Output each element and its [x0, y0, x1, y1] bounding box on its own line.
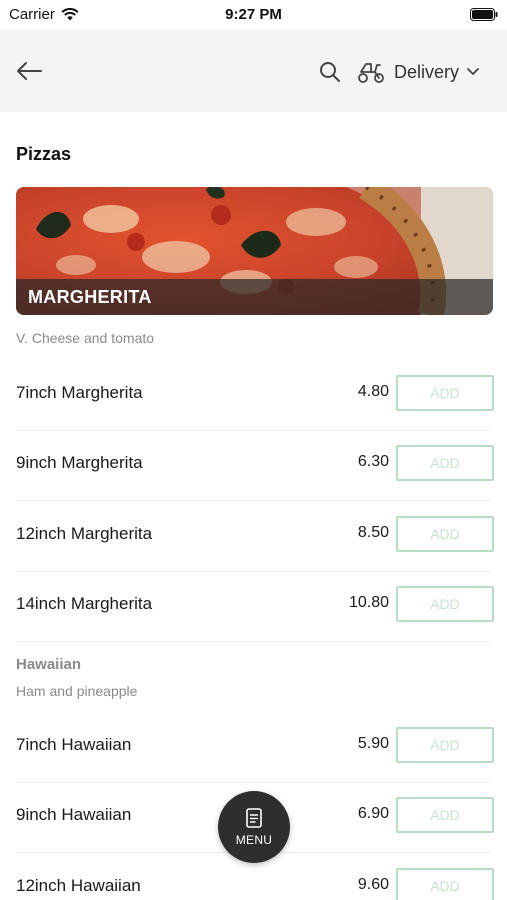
add-button[interactable]: ADD — [396, 375, 494, 411]
add-button[interactable]: ADD — [396, 445, 494, 481]
item-price: 4.80 — [357, 383, 389, 400]
item-name: 12inch Hawaiian — [16, 876, 141, 895]
item-price: 10.80 — [348, 594, 389, 611]
divider — [16, 641, 491, 642]
scooter-icon — [358, 63, 384, 83]
hawaiian-description: Ham and pineapple — [16, 683, 138, 699]
delivery-label: Delivery — [394, 61, 460, 82]
arrow-left-icon — [17, 62, 42, 80]
section-title: Pizzas — [16, 144, 72, 164]
hero-caption: MARGHERITA — [16, 279, 493, 315]
item-price: 5.90 — [357, 735, 389, 752]
menu-card-icon — [246, 807, 262, 828]
app-header: Delivery — [0, 30, 507, 112]
item-name: 12inch Margherita — [16, 524, 153, 543]
search-icon — [320, 62, 340, 82]
add-button[interactable]: ADD — [396, 586, 494, 622]
menu-item-row: 7inch Margherita 4.80 ADD — [0, 361, 507, 431]
item-name: 7inch Hawaiian — [16, 735, 132, 754]
battery-icon — [470, 8, 498, 26]
item-price: 6.30 — [357, 453, 389, 470]
add-button[interactable]: ADD — [396, 727, 494, 763]
menu-item-row: 7inch Hawaiian 5.90 ADD — [0, 713, 507, 783]
hawaiian-heading: Hawaiian — [16, 656, 82, 673]
add-button[interactable]: ADD — [396, 797, 494, 833]
menu-item-row: 9inch Margherita 6.30 ADD — [0, 431, 507, 501]
item-price: 9.60 — [357, 876, 389, 893]
menu-button-label: MENU — [235, 832, 273, 847]
back-button[interactable] — [14, 57, 44, 85]
menu-item-row: 12inch Margherita 8.50 ADD — [0, 502, 507, 572]
menu-item-row: 14inch Margherita 10.80 ADD — [0, 572, 507, 642]
margherita-hero-image[interactable]: MARGHERITA — [16, 187, 493, 315]
item-name: 9inch Margherita — [16, 453, 143, 472]
item-name: 7inch Margherita — [16, 383, 143, 402]
item-name: 14inch Margherita — [16, 594, 153, 613]
menu-content[interactable]: Pizzas MARGHERITA V. Cheese and tomato 7… — [0, 112, 507, 900]
add-button[interactable]: ADD — [396, 868, 494, 900]
item-price: 8.50 — [357, 524, 389, 541]
status-bar: Carrier 9:27 PM — [0, 0, 507, 30]
menu-button[interactable]: MENU — [218, 791, 290, 863]
hero-caption-label: MARGHERITA — [28, 286, 152, 307]
chevron-down-icon — [467, 68, 479, 75]
status-time: 9:27 PM — [225, 6, 282, 23]
search-button[interactable] — [318, 60, 342, 84]
item-price: 6.90 — [357, 805, 389, 822]
delivery-mode-select[interactable]: Delivery — [356, 56, 479, 88]
margherita-description: V. Cheese and tomato — [16, 330, 155, 346]
divider — [16, 500, 491, 501]
add-button[interactable]: ADD — [396, 516, 494, 552]
item-name: 9inch Hawaiian — [16, 805, 132, 824]
